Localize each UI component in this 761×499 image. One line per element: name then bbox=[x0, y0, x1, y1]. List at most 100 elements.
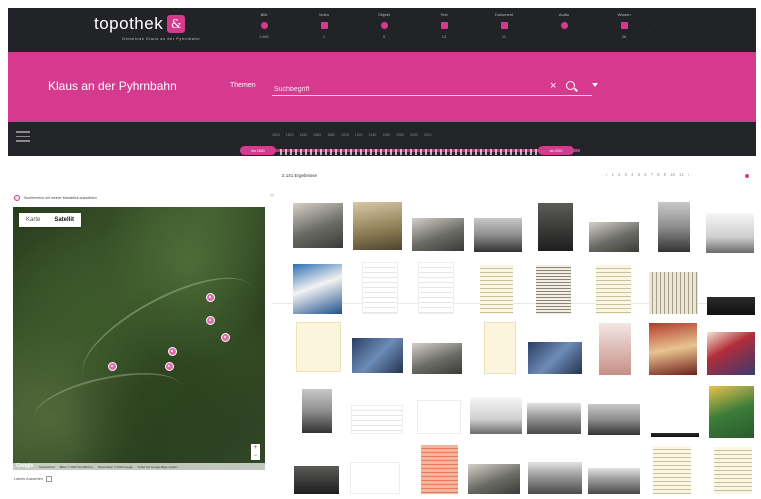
next-page-icon[interactable]: › bbox=[688, 172, 690, 177]
page-number[interactable]: 5 bbox=[638, 172, 641, 177]
result-thumbnail[interactable] bbox=[706, 213, 754, 253]
nav-item-objekt[interactable]: Objekt 9 bbox=[354, 12, 414, 39]
prev-page-icon[interactable]: ‹ bbox=[606, 172, 608, 177]
page-number[interactable]: 2 bbox=[618, 172, 621, 177]
search-input[interactable] bbox=[272, 81, 532, 98]
timeline-year[interactable]: 1800 bbox=[272, 133, 280, 137]
page-number[interactable]: 3 bbox=[625, 172, 628, 177]
timeline-year[interactable]: 1900 bbox=[341, 133, 349, 137]
result-thumbnail[interactable] bbox=[596, 265, 631, 314]
page-number[interactable]: 4 bbox=[631, 172, 634, 177]
labels-toggle[interactable]: Labels Aussehen bbox=[14, 476, 52, 482]
timeline-start-handle[interactable]: bis 1800 bbox=[240, 146, 276, 155]
result-thumbnail[interactable] bbox=[296, 322, 341, 372]
result-thumbnail[interactable] bbox=[353, 202, 402, 250]
page-number[interactable]: 10 bbox=[670, 172, 675, 177]
result-thumbnail[interactable] bbox=[588, 468, 640, 494]
result-thumbnail[interactable] bbox=[707, 297, 755, 315]
timeline-year[interactable]: 1960 bbox=[382, 133, 390, 137]
result-thumbnail[interactable] bbox=[651, 433, 699, 437]
result-thumbnail[interactable] bbox=[536, 265, 571, 314]
zoom-in-icon[interactable]: + bbox=[254, 444, 258, 452]
result-thumbnail[interactable] bbox=[350, 462, 400, 494]
result-thumbnail[interactable] bbox=[412, 343, 462, 374]
result-thumbnail[interactable] bbox=[470, 397, 522, 434]
nav-item-bild[interactable]: Bild 1.891 bbox=[234, 12, 294, 39]
map-marker[interactable] bbox=[168, 347, 177, 356]
result-thumbnail[interactable] bbox=[653, 446, 691, 494]
page-number[interactable]: 1 bbox=[612, 172, 615, 177]
result-thumbnail[interactable] bbox=[588, 404, 640, 435]
nav-item-wissen[interactable]: Wissen 36 bbox=[594, 12, 654, 39]
timeline-end-handle[interactable]: ab 2020 bbox=[538, 146, 574, 155]
tab-karte[interactable]: Karte bbox=[19, 213, 47, 227]
page-number[interactable]: 7 bbox=[651, 172, 654, 177]
result-thumbnail[interactable] bbox=[709, 386, 754, 438]
result-thumbnail[interactable] bbox=[714, 447, 752, 494]
timeline-year[interactable]: 2000 bbox=[410, 133, 418, 137]
search-icon[interactable] bbox=[566, 81, 575, 90]
map-marker[interactable] bbox=[108, 362, 117, 371]
page-number[interactable]: 11 bbox=[679, 172, 684, 177]
result-thumbnail[interactable] bbox=[528, 462, 582, 494]
map-marker[interactable] bbox=[165, 362, 174, 371]
page-number[interactable]: 6 bbox=[644, 172, 647, 177]
collapse-map-icon[interactable]: ‹› bbox=[270, 193, 274, 199]
nav-item-video[interactable]: Video 1 bbox=[294, 12, 354, 39]
result-thumbnail[interactable] bbox=[293, 264, 342, 314]
chevron-down-icon[interactable] bbox=[592, 83, 598, 87]
result-thumbnail[interactable] bbox=[302, 389, 332, 433]
nav-item-text[interactable]: Text 13 bbox=[414, 12, 474, 39]
page-number[interactable]: 9 bbox=[664, 172, 667, 177]
more-dot-icon[interactable]: · bbox=[648, 28, 650, 34]
result-thumbnail[interactable] bbox=[589, 222, 639, 252]
tab-satellit[interactable]: Satellit bbox=[47, 213, 81, 227]
timeline-year[interactable]: 1880 bbox=[327, 133, 335, 137]
map-footer-link[interactable]: Tastenkürzel bbox=[39, 465, 55, 469]
timeline-year[interactable]: 1820 bbox=[286, 133, 294, 137]
result-thumbnail[interactable] bbox=[293, 203, 343, 248]
timeline-year[interactable]: 1860 bbox=[313, 133, 321, 137]
result-thumbnail[interactable] bbox=[658, 202, 690, 252]
themes-dropdown[interactable]: Themen bbox=[230, 82, 256, 89]
timeline-year[interactable]: 1940 bbox=[369, 133, 377, 137]
timeline-year[interactable]: 2020 bbox=[424, 133, 432, 137]
map-footer-link[interactable]: Fehler bei Google Maps melden bbox=[138, 465, 178, 469]
map-marker[interactable] bbox=[221, 333, 230, 342]
result-thumbnail[interactable] bbox=[649, 323, 697, 375]
topothek-logo[interactable]: topothek & Gemeinde Klaus an der Pyhrnba… bbox=[94, 14, 200, 41]
result-thumbnail[interactable] bbox=[480, 265, 513, 314]
close-results-icon[interactable] bbox=[745, 174, 749, 178]
map-marker[interactable] bbox=[206, 293, 215, 302]
result-thumbnail[interactable] bbox=[362, 262, 398, 314]
labels-checkbox[interactable] bbox=[45, 476, 52, 482]
result-thumbnail[interactable] bbox=[294, 466, 339, 494]
result-thumbnail[interactable] bbox=[351, 405, 403, 434]
result-thumbnail[interactable] bbox=[417, 400, 461, 434]
audio-icon bbox=[560, 22, 568, 29]
timeline-year[interactable]: 1920 bbox=[355, 133, 363, 137]
menu-icon[interactable] bbox=[16, 131, 30, 145]
result-thumbnail[interactable] bbox=[474, 218, 522, 252]
result-thumbnail[interactable] bbox=[484, 322, 516, 374]
result-thumbnail[interactable] bbox=[468, 464, 520, 494]
clear-icon[interactable]: × bbox=[550, 79, 556, 93]
result-thumbnail[interactable] bbox=[412, 218, 464, 251]
result-thumbnail[interactable] bbox=[421, 445, 458, 494]
result-thumbnail[interactable] bbox=[538, 203, 573, 251]
result-thumbnail[interactable] bbox=[418, 262, 454, 314]
timeline-year[interactable]: 1980 bbox=[396, 133, 404, 137]
result-thumbnail[interactable] bbox=[649, 272, 698, 314]
result-thumbnail[interactable] bbox=[528, 342, 582, 374]
page-number[interactable]: 8 bbox=[657, 172, 660, 177]
timeline-year[interactable]: 1840 bbox=[300, 133, 308, 137]
satellite-map[interactable]: Karte Satellit + − Tastenkürzel Bilder ©… bbox=[13, 207, 265, 470]
nav-item-dokument[interactable]: Dokument 11 bbox=[474, 12, 534, 39]
zoom-out-icon[interactable]: − bbox=[254, 452, 258, 460]
result-thumbnail[interactable] bbox=[707, 332, 755, 375]
map-marker[interactable] bbox=[206, 316, 215, 325]
result-thumbnail[interactable] bbox=[352, 338, 403, 373]
result-thumbnail[interactable] bbox=[527, 403, 581, 434]
nav-item-audio[interactable]: Audio bbox=[534, 12, 594, 39]
result-thumbnail[interactable] bbox=[599, 323, 631, 375]
